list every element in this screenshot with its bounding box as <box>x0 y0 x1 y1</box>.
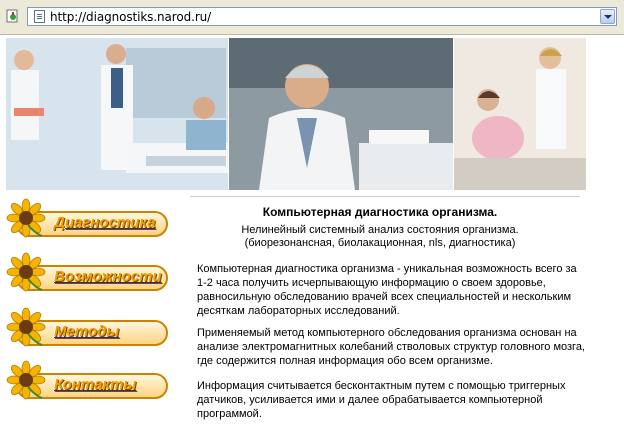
url-input[interactable]: http://diagnostiks.narod.ru/ <box>27 7 617 26</box>
content-divider <box>190 196 580 197</box>
sunflower-icon <box>6 360 46 400</box>
chevron-down-icon[interactable] <box>600 9 615 24</box>
page-icon <box>34 10 45 23</box>
nav-vozmozhnosti-button[interactable]: Возможности <box>6 252 172 296</box>
content-paragraph-sensors: Информация считывается бесконтактным пут… <box>197 380 566 420</box>
url-text: http://diagnostiks.narod.ru/ <box>50 10 212 24</box>
address-bar: http://diagnostiks.narod.ru/ <box>0 0 624 35</box>
nav-diagnostika-label: Диагностика <box>54 214 156 231</box>
page-title: Компьютерная диагностика организма. <box>262 205 498 219</box>
content-paragraph-method: Применяемый метод компьютерного обследов… <box>197 327 585 367</box>
banner-photo-doctor-desk <box>229 38 453 190</box>
page-subtitle-line2: (биорезонансная, биолакационная, nls, ди… <box>244 237 516 249</box>
nav-metody-label: Методы <box>54 323 120 340</box>
content-paragraph-intro: Компьютерная диагностика организма - уни… <box>197 263 577 317</box>
favicon-icon <box>6 9 18 23</box>
nav-metody-button[interactable]: Методы <box>6 307 172 351</box>
nav-vozmozhnosti-label: Возможности <box>54 268 162 285</box>
nav-kontakty-label: Контакты <box>54 376 137 393</box>
sunflower-icon <box>6 307 46 347</box>
header-banner <box>6 38 586 190</box>
nav-diagnostika-button[interactable]: Диагностика <box>6 198 172 242</box>
sunflower-icon <box>6 252 46 292</box>
page-subtitle-line1: Нелинейный системный анализ состояния ор… <box>241 224 519 236</box>
sunflower-icon <box>6 198 46 238</box>
banner-photo-pregnant-patient <box>454 38 586 190</box>
nav-kontakty-button[interactable]: Контакты <box>6 360 172 404</box>
banner-photo-hospital-ward <box>6 38 228 190</box>
